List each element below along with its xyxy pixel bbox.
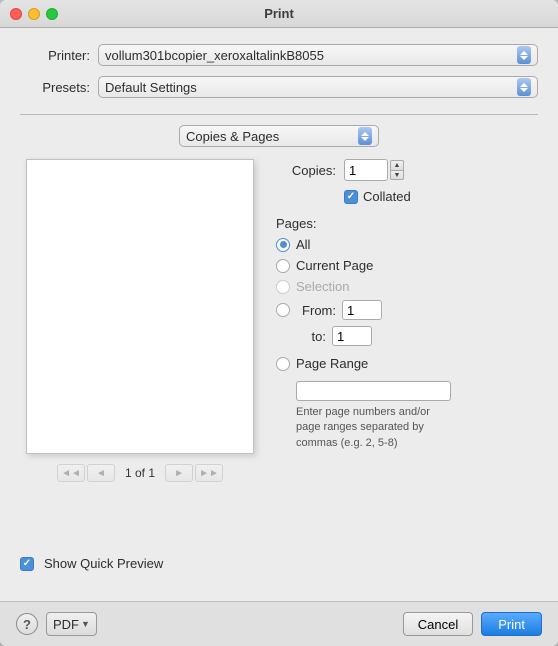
footer-right: Cancel Print xyxy=(403,612,542,636)
presets-label: Presets: xyxy=(20,80,90,95)
nav-group-forward: ► ►► xyxy=(165,464,223,482)
show-preview-check-icon: ✓ xyxy=(23,558,31,569)
arrow-down-icon xyxy=(520,56,528,60)
window-title: Print xyxy=(264,6,294,21)
presets-arrow xyxy=(517,78,531,96)
titlebar: Print xyxy=(0,0,558,28)
radio-selection[interactable] xyxy=(276,280,290,294)
options-panel: Copies: ▲ ▼ ✓ Collated Pages: xyxy=(276,159,538,546)
from-input[interactable] xyxy=(342,300,382,320)
last-page-button[interactable]: ►► xyxy=(195,464,223,482)
show-preview-row: ✓ Show Quick Preview xyxy=(20,556,538,571)
printer-select[interactable]: vollum301bcopier_xeroxaltalinkB8055 xyxy=(98,44,538,66)
page-range-section: Page Range Enter page numbers and/or pag… xyxy=(276,356,538,451)
copies-row: Copies: ▲ ▼ xyxy=(276,159,538,181)
page-label: 1 of 1 xyxy=(125,466,155,480)
copies-pages-select[interactable]: Copies & Pages xyxy=(179,125,379,147)
collated-row: ✓ Collated xyxy=(344,189,538,204)
from-label: From: xyxy=(296,303,336,318)
arrow-down-icon xyxy=(520,88,528,92)
arrow-up-icon xyxy=(520,51,528,55)
pages-header: Pages: xyxy=(276,216,538,231)
copies-input[interactable] xyxy=(344,159,388,181)
collated-label: Collated xyxy=(363,189,411,204)
preview-panel: ◄◄ ◄ 1 of 1 ► ►► xyxy=(20,159,260,546)
show-preview-checkbox[interactable]: ✓ xyxy=(20,557,34,571)
presets-row: Presets: Default Settings xyxy=(20,76,538,98)
printer-arrow xyxy=(517,46,531,64)
radio-all-label: All xyxy=(296,237,310,252)
pdf-button[interactable]: PDF ▼ xyxy=(46,612,97,636)
to-label: to: xyxy=(296,329,326,344)
radio-selection-row: Selection xyxy=(276,279,538,294)
copies-pages-row: Copies & Pages xyxy=(20,125,538,147)
footer: ? PDF ▼ Cancel Print xyxy=(0,601,558,646)
page-range-input[interactable] xyxy=(296,381,451,401)
nav-group-back: ◄◄ ◄ xyxy=(57,464,115,482)
presets-value: Default Settings xyxy=(105,80,513,95)
preview-box xyxy=(26,159,254,454)
content-area: Printer: vollum301bcopier_xeroxaltalinkB… xyxy=(0,28,558,601)
copies-pages-value: Copies & Pages xyxy=(186,129,279,144)
traffic-lights xyxy=(10,8,58,20)
radio-page-range-row: Page Range xyxy=(276,356,538,371)
print-dialog: Print Printer: vollum301bcopier_xeroxalt… xyxy=(0,0,558,646)
arrow-up-icon xyxy=(361,132,369,136)
to-row: to: xyxy=(296,326,538,346)
first-page-button[interactable]: ◄◄ xyxy=(57,464,85,482)
next-page-button[interactable]: ► xyxy=(165,464,193,482)
main-area: ◄◄ ◄ 1 of 1 ► ►► Copies: ▲ xyxy=(20,159,538,546)
zoom-button[interactable] xyxy=(46,8,58,20)
radio-from[interactable] xyxy=(276,303,290,317)
from-row: From: xyxy=(276,300,538,320)
radio-page-range[interactable] xyxy=(276,357,290,371)
radio-all-row: All xyxy=(276,237,538,252)
pdf-arrow-icon: ▼ xyxy=(81,619,90,629)
presets-select[interactable]: Default Settings xyxy=(98,76,538,98)
copies-stepper: ▲ ▼ xyxy=(390,160,404,180)
cancel-button[interactable]: Cancel xyxy=(403,612,473,636)
to-input[interactable] xyxy=(332,326,372,346)
copies-label: Copies: xyxy=(276,163,336,178)
pdf-label: PDF xyxy=(53,617,79,632)
hint-text: Enter page numbers and/or page ranges se… xyxy=(296,405,456,451)
copies-pages-arrow xyxy=(358,127,372,145)
radio-current[interactable] xyxy=(276,259,290,273)
radio-page-range-label: Page Range xyxy=(296,356,368,371)
copies-decrement[interactable]: ▼ xyxy=(390,170,404,180)
radio-current-row: Current Page xyxy=(276,258,538,273)
copies-increment[interactable]: ▲ xyxy=(390,160,404,170)
pages-section-label: Pages: xyxy=(276,216,316,231)
close-button[interactable] xyxy=(10,8,22,20)
help-button[interactable]: ? xyxy=(16,613,38,635)
show-preview-label: Show Quick Preview xyxy=(44,556,163,571)
prev-page-button[interactable]: ◄ xyxy=(87,464,115,482)
radio-all[interactable] xyxy=(276,238,290,252)
divider xyxy=(20,114,538,115)
arrow-up-icon xyxy=(520,83,528,87)
printer-label: Printer: xyxy=(20,48,90,63)
collated-checkbox[interactable]: ✓ xyxy=(344,190,358,204)
checkbox-check-icon: ✓ xyxy=(347,191,355,202)
radio-current-label: Current Page xyxy=(296,258,373,273)
radio-dot xyxy=(280,241,287,248)
radio-selection-label: Selection xyxy=(296,279,349,294)
print-button[interactable]: Print xyxy=(481,612,542,636)
preview-nav: ◄◄ ◄ 1 of 1 ► ►► xyxy=(57,464,223,482)
arrow-down-icon xyxy=(361,137,369,141)
printer-row: Printer: vollum301bcopier_xeroxaltalinkB… xyxy=(20,44,538,66)
printer-value: vollum301bcopier_xeroxaltalinkB8055 xyxy=(105,48,513,63)
minimize-button[interactable] xyxy=(28,8,40,20)
